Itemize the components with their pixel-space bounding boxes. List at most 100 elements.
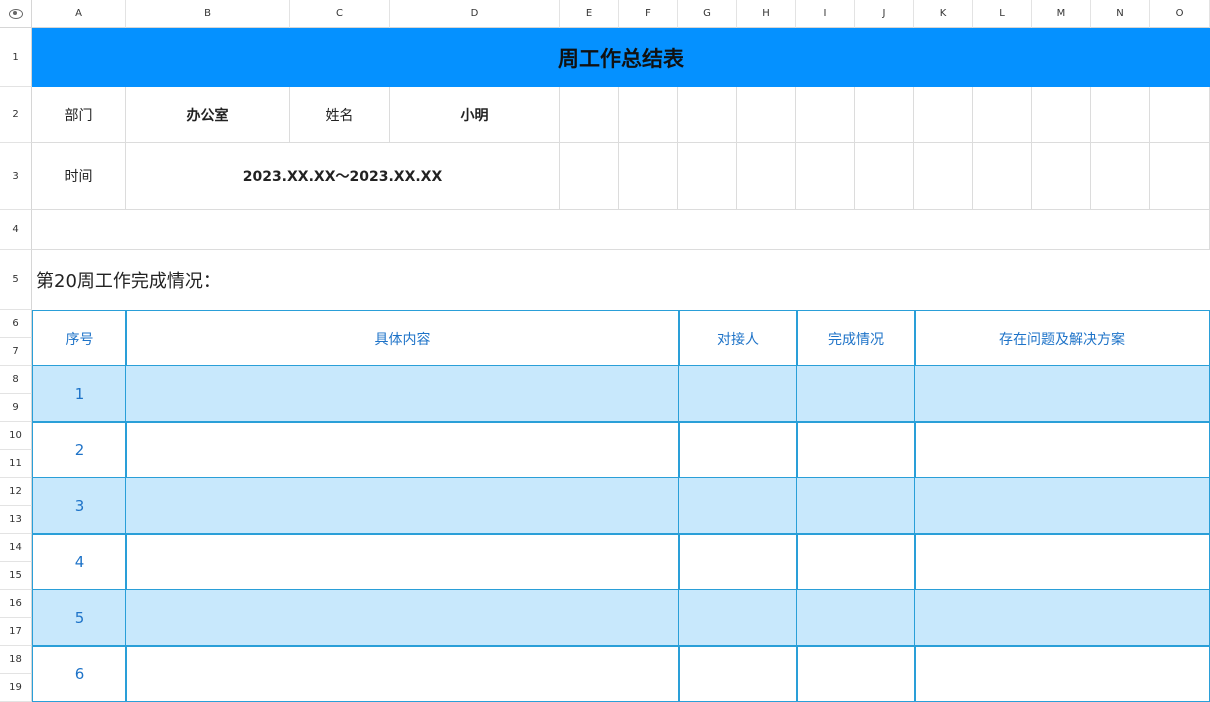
table-row-6-status[interactable] [796,645,916,702]
table-row-3-status[interactable] [796,477,916,535]
table-row-3-seq[interactable]: 3 [32,477,127,535]
table-header-status[interactable]: 完成情况 [796,310,916,367]
row-header-2[interactable]: 2 [0,87,32,143]
table-row-3-content[interactable] [125,477,680,535]
column-header-h[interactable]: H [737,0,796,28]
cell-f3[interactable] [619,143,678,210]
table-row-4-content[interactable] [125,533,680,591]
table-row-2-contact[interactable] [678,421,798,479]
table-row-4-seq[interactable]: 4 [32,533,127,591]
table-row-3-issues[interactable] [914,477,1210,535]
dept-value-cell[interactable]: 办公室 [126,87,290,143]
table-row-2-content[interactable] [125,421,680,479]
name-value-cell[interactable]: 小明 [390,87,560,143]
cell-k3[interactable] [914,143,973,210]
cell-m2[interactable] [1032,87,1091,143]
table-row-4-issues[interactable] [914,533,1210,591]
row-header-9[interactable]: 9 [0,394,32,422]
cell-n3[interactable] [1091,143,1150,210]
table-row-1-seq[interactable]: 1 [32,365,127,423]
dept-label-cell[interactable]: 部门 [32,87,126,143]
table-row-6-seq[interactable]: 6 [32,645,127,702]
row-header-13[interactable]: 13 [0,506,32,534]
cell-h3[interactable] [737,143,796,210]
time-label-cell[interactable]: 时间 [32,143,126,210]
column-header-e[interactable]: E [560,0,619,28]
table-row-2-seq[interactable]: 2 [32,421,127,479]
row-header-17[interactable]: 17 [0,618,32,646]
row-header-1[interactable]: 1 [0,28,32,87]
column-header-m[interactable]: M [1032,0,1091,28]
cell-k2[interactable] [914,87,973,143]
cell-o3[interactable] [1150,143,1210,210]
column-header-n[interactable]: N [1091,0,1150,28]
row-header-18[interactable]: 18 [0,646,32,674]
table-row-1-issues[interactable] [914,365,1210,423]
cell-o2[interactable] [1150,87,1210,143]
table-row-1-status[interactable] [796,365,916,423]
table-row-5-seq[interactable]: 5 [32,589,127,647]
cell-l3[interactable] [973,143,1032,210]
table-row-5-contact[interactable] [678,589,798,647]
table-row-6-content[interactable] [125,645,680,702]
column-header-b[interactable]: B [126,0,290,28]
table-row-1-contact[interactable] [678,365,798,423]
row-header-14[interactable]: 14 [0,534,32,562]
table-header-seq[interactable]: 序号 [32,310,127,367]
time-value-cell[interactable]: 2023.XX.XX～2023.XX.XX [126,143,560,210]
row-header-7[interactable]: 7 [0,338,32,366]
table-row-4-status[interactable] [796,533,916,591]
cell-j3[interactable] [855,143,914,210]
table-header-contact[interactable]: 对接人 [678,310,798,367]
cell-n2[interactable] [1091,87,1150,143]
row-header-10[interactable]: 10 [0,422,32,450]
column-header-j[interactable]: J [855,0,914,28]
column-header-a[interactable]: A [32,0,126,28]
row-header-16[interactable]: 16 [0,590,32,618]
cell-e2[interactable] [560,87,619,143]
column-header-f[interactable]: F [619,0,678,28]
column-header-i[interactable]: I [796,0,855,28]
table-row-1-content[interactable] [125,365,680,423]
table-header-content[interactable]: 具体内容 [125,310,680,367]
eye-icon[interactable] [8,8,23,19]
cell-f2[interactable] [619,87,678,143]
cell-g3[interactable] [678,143,737,210]
row-header-8[interactable]: 8 [0,366,32,394]
cell-j2[interactable] [855,87,914,143]
cell-h2[interactable] [737,87,796,143]
row-header-19[interactable]: 19 [0,674,32,702]
section-label[interactable]: 第20周工作完成情况： [32,250,1210,310]
cell-i3[interactable] [796,143,855,210]
row-header-12[interactable]: 12 [0,478,32,506]
spacer-row-cell[interactable] [32,210,1210,250]
sheet-title[interactable]: 周工作总结表 [32,28,1210,87]
table-row-5-content[interactable] [125,589,680,647]
row-header-6[interactable]: 6 [0,310,32,338]
table-row-4-contact[interactable] [678,533,798,591]
row-header-3[interactable]: 3 [0,143,32,210]
column-header-o[interactable]: O [1150,0,1210,28]
table-row-2-status[interactable] [796,421,916,479]
cell-e3[interactable] [560,143,619,210]
column-header-d[interactable]: D [390,0,560,28]
column-header-l[interactable]: L [973,0,1032,28]
column-header-g[interactable]: G [678,0,737,28]
table-row-5-status[interactable] [796,589,916,647]
table-row-6-issues[interactable] [914,645,1210,702]
cell-m3[interactable] [1032,143,1091,210]
cell-i2[interactable] [796,87,855,143]
table-header-issues[interactable]: 存在问题及解决方案 [914,310,1210,367]
row-header-15[interactable]: 15 [0,562,32,590]
name-label-cell[interactable]: 姓名 [290,87,390,143]
select-all-corner[interactable] [0,0,32,28]
column-header-c[interactable]: C [290,0,390,28]
cell-l2[interactable] [973,87,1032,143]
table-row-5-issues[interactable] [914,589,1210,647]
row-header-11[interactable]: 11 [0,450,32,478]
table-row-6-contact[interactable] [678,645,798,702]
table-row-3-contact[interactable] [678,477,798,535]
table-row-2-issues[interactable] [914,421,1210,479]
cell-g2[interactable] [678,87,737,143]
row-header-5[interactable]: 5 [0,250,32,310]
